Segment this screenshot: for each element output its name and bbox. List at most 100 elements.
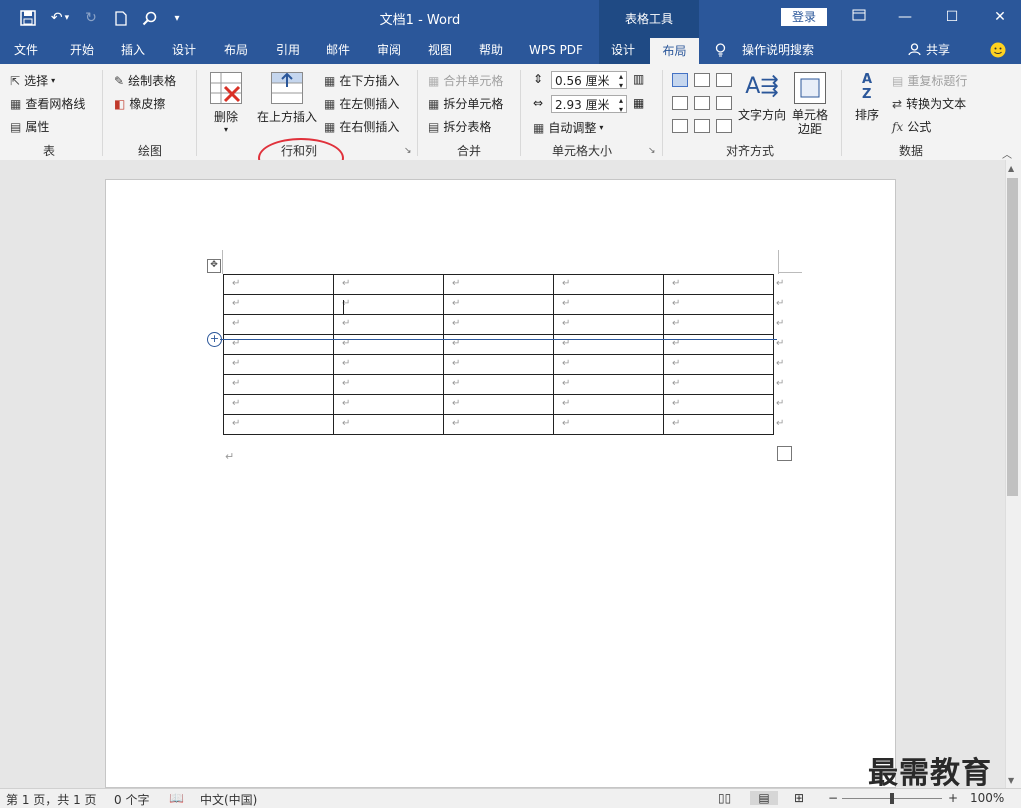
zoom-out-icon[interactable]: − (828, 791, 838, 805)
align-top-right-icon[interactable] (716, 73, 732, 87)
table-cell[interactable]: ↵ (443, 314, 554, 335)
zoom-in-icon[interactable]: + (948, 791, 958, 805)
new-doc-icon[interactable] (112, 8, 130, 28)
row-height-input[interactable]: 0.56 厘米 ▴ ▾ (551, 71, 627, 90)
table-cell[interactable]: ↵ (663, 334, 774, 355)
save-icon[interactable] (18, 8, 38, 28)
table-cell[interactable]: ↵ (223, 414, 334, 435)
insert-right-button[interactable]: ▦ 在右侧插入 (324, 118, 399, 135)
table-cell[interactable]: ↵ (333, 274, 444, 295)
draw-table-button[interactable]: ✎ 绘制表格 (114, 72, 176, 89)
table-cell[interactable]: ↵ (553, 274, 664, 295)
table-cell[interactable]: ↵ (223, 274, 334, 295)
merge-cells-button[interactable]: ▦ 合并单元格 (428, 72, 503, 89)
table-cell[interactable]: ↵ (333, 354, 444, 375)
tab-home[interactable]: 开始 (62, 36, 102, 64)
align-top-left-icon[interactable] (672, 73, 688, 87)
tell-me-search[interactable]: 操作说明搜索 (740, 36, 816, 64)
collapse-ribbon-icon[interactable]: ︿ (1002, 146, 1012, 161)
language-indicator[interactable]: 中文(中国) (200, 791, 257, 808)
table-cell[interactable]: ↵ (223, 334, 334, 355)
table-cell[interactable]: ↵ (223, 314, 334, 335)
customize-icon[interactable]: ▾ (170, 8, 184, 28)
tab-insert[interactable]: 插入 (113, 36, 153, 64)
align-top-center-icon[interactable] (694, 73, 710, 87)
login-button[interactable]: 登录 (781, 8, 827, 26)
minimize-icon[interactable]: — (893, 6, 917, 28)
table-cell[interactable]: ↵ (663, 314, 774, 335)
print-layout-icon[interactable]: ▤ (750, 791, 778, 805)
table-cell[interactable]: ↵ (663, 394, 774, 415)
table-cell[interactable]: ↵ (663, 294, 774, 315)
dialog-launcher-icon[interactable]: ↘ (648, 146, 656, 156)
word-count[interactable]: 0 个字 (114, 791, 149, 808)
tab-design[interactable]: 设计 (164, 36, 204, 64)
table-cell[interactable]: ↵ (553, 414, 664, 435)
align-middle-center-icon[interactable] (694, 96, 710, 110)
align-middle-left-icon[interactable] (672, 96, 688, 110)
table-cell[interactable]: ↵ (223, 374, 334, 395)
page-count[interactable]: 第 1 页，共 1 页 (6, 791, 97, 808)
tab-wps-pdf[interactable]: WPS PDF (524, 36, 588, 64)
table-cell[interactable]: ↵ (333, 394, 444, 415)
table-cell[interactable]: ↵ (223, 394, 334, 415)
tab-help[interactable]: 帮助 (471, 36, 511, 64)
scroll-down-icon[interactable]: ▼ (1008, 776, 1014, 785)
table-cell[interactable]: ↵ (443, 274, 554, 295)
tab-review[interactable]: 审阅 (369, 36, 409, 64)
table-cell[interactable]: ↵ (333, 294, 444, 315)
proofing-icon[interactable]: 📖 (169, 791, 184, 805)
table-cell[interactable]: ↵ (333, 334, 444, 355)
table-cell[interactable]: ↵ (553, 354, 664, 375)
table-cell[interactable]: ↵ (663, 354, 774, 375)
table-cell[interactable]: ↵ (443, 394, 554, 415)
tab-mailings[interactable]: 邮件 (318, 36, 358, 64)
eraser-button[interactable]: ◧ 橡皮擦 (114, 95, 165, 112)
table-cell[interactable]: ↵ (663, 374, 774, 395)
dialog-launcher-icon[interactable]: ↘ (404, 146, 412, 156)
redo-icon[interactable]: ↻ (82, 8, 100, 28)
table-cell[interactable]: ↵ (443, 334, 554, 355)
split-table-button[interactable]: ▤ 拆分表格 (428, 118, 491, 135)
ribbon-display-icon[interactable] (847, 6, 871, 28)
align-bottom-right-icon[interactable] (716, 119, 732, 133)
tab-file[interactable]: 文件 (6, 36, 46, 64)
select-button[interactable]: ⇱ 选择 ▾ (10, 72, 55, 89)
repeat-header-button[interactable]: ▤ 重复标题行 (892, 72, 967, 89)
table-cell[interactable]: ↵ (223, 354, 334, 375)
properties-button[interactable]: ▤ 属性 (10, 118, 49, 135)
close-icon[interactable]: ✕ (988, 6, 1012, 28)
align-bottom-center-icon[interactable] (694, 119, 710, 133)
formula-button[interactable]: fx 公式 (892, 118, 931, 135)
table-cell[interactable]: ↵ (553, 314, 664, 335)
table-cell[interactable]: ↵ (443, 294, 554, 315)
column-width-input[interactable]: 2.93 厘米 ▴ ▾ (551, 95, 627, 114)
view-gridlines-button[interactable]: ▦ 查看网格线 (10, 95, 85, 112)
table-cell[interactable]: ↵ (663, 414, 774, 435)
tab-references[interactable]: 引用 (268, 36, 308, 64)
maximize-icon[interactable]: ☐ (940, 6, 964, 28)
zoom-level[interactable]: 100% (970, 791, 1004, 805)
sort-button[interactable]: AZ 排序 (850, 72, 884, 123)
delete-button[interactable]: 删除 ▾ (206, 72, 246, 134)
split-cells-button[interactable]: ▦ 拆分单元格 (428, 95, 503, 112)
zoom-slider-thumb[interactable] (890, 793, 894, 804)
search-icon[interactable] (140, 8, 158, 28)
table-cell[interactable]: ↵ (223, 294, 334, 315)
table-cell[interactable]: ↵ (333, 414, 444, 435)
table-cell[interactable]: ↵ (333, 374, 444, 395)
align-middle-right-icon[interactable] (716, 96, 732, 110)
table-resize-handle-icon[interactable] (777, 446, 792, 461)
scrollbar-thumb[interactable] (1007, 178, 1018, 496)
table-cell[interactable]: ↵ (553, 374, 664, 395)
autofit-button[interactable]: ▦ 自动调整 ▾ (533, 119, 603, 136)
insert-left-button[interactable]: ▦ 在左侧插入 (324, 95, 399, 112)
share-button[interactable]: 共享 (924, 36, 952, 64)
table-cell[interactable]: ↵ (553, 294, 664, 315)
tab-table-layout[interactable]: 布局 (650, 38, 699, 64)
table-cell[interactable]: ↵ (553, 394, 664, 415)
distribute-columns-icon[interactable]: ▦ (633, 96, 644, 110)
cell-margins-button[interactable]: 单元格 边距 (790, 72, 830, 136)
table-move-handle-icon[interactable]: ✥ (207, 259, 221, 273)
table-cell[interactable]: ↵ (333, 314, 444, 335)
